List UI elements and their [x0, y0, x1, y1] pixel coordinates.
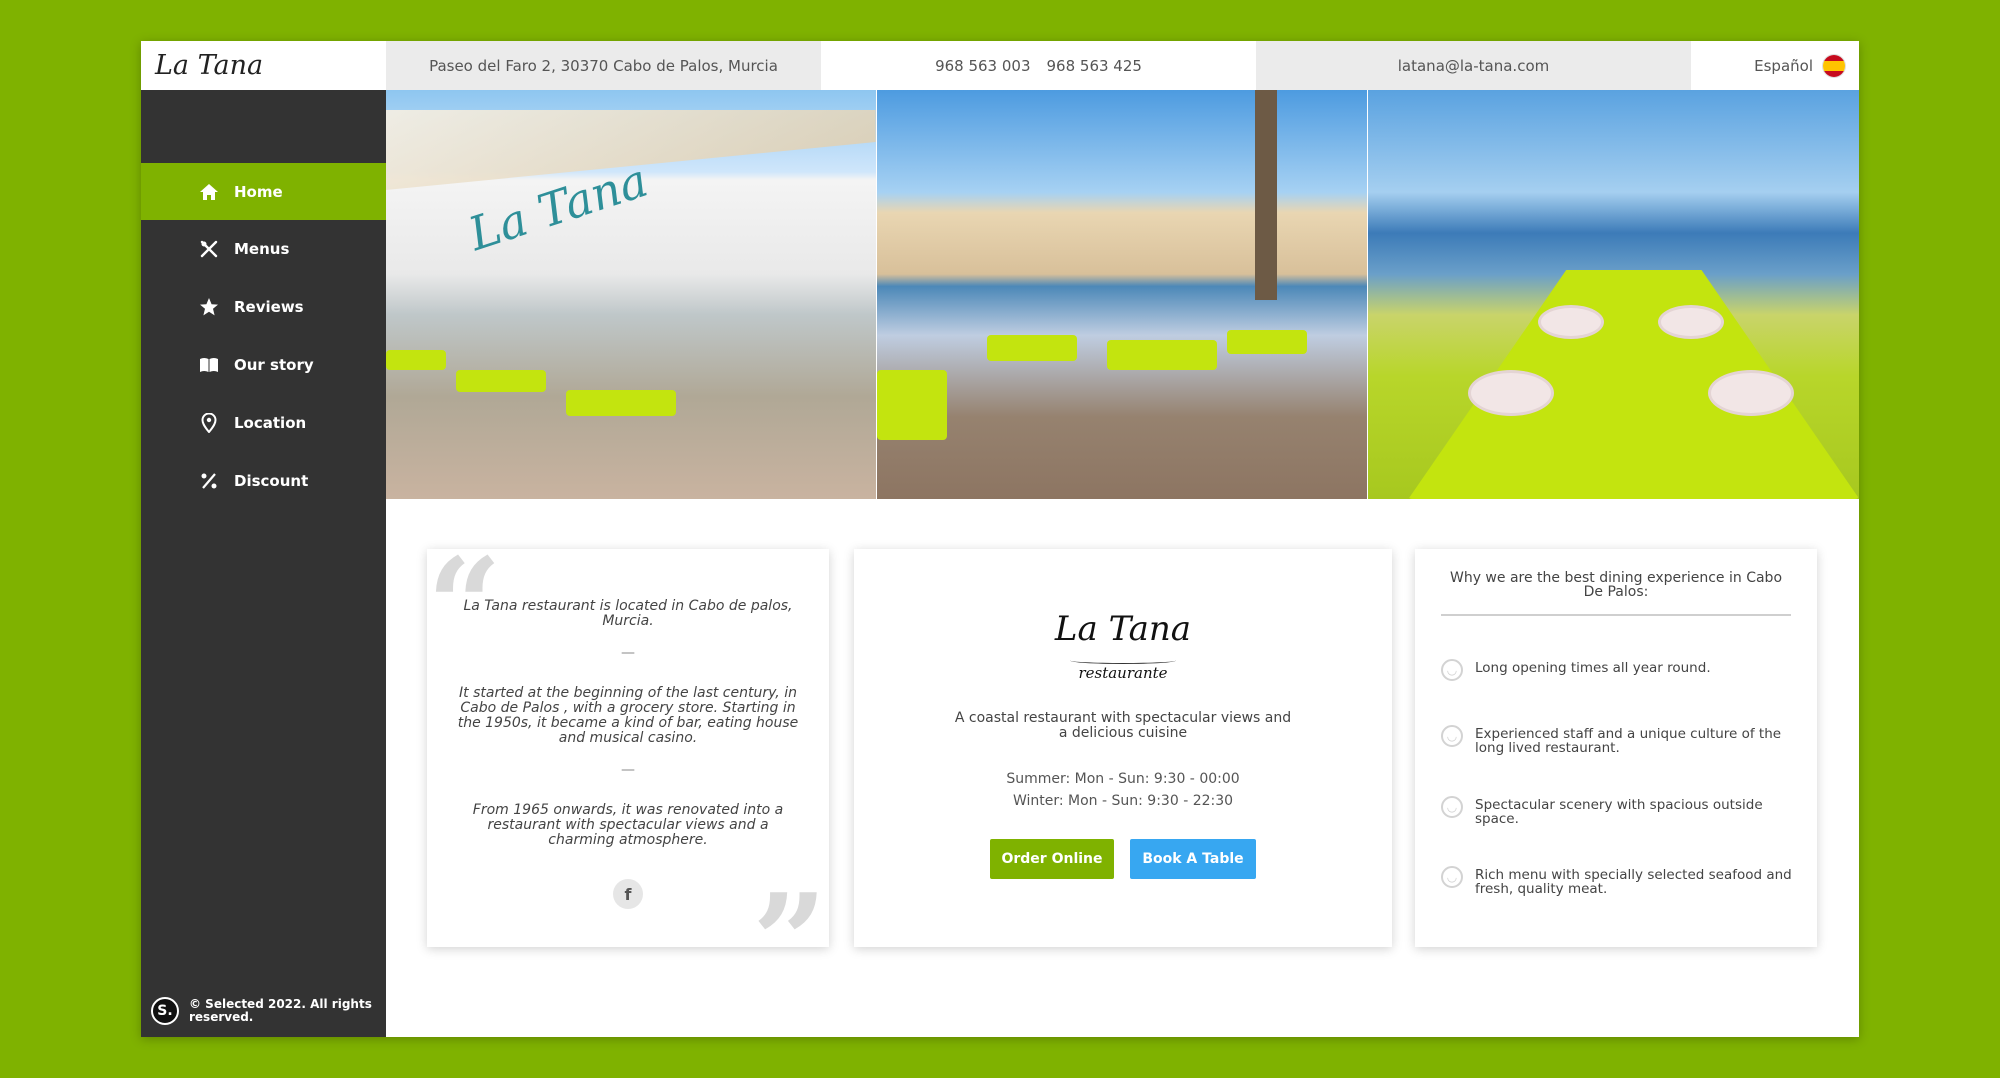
- sidebar-item-label: Location: [234, 413, 307, 432]
- why-item-text: Experienced staff and a unique culture o…: [1475, 726, 1782, 756]
- table-shape: [456, 370, 546, 392]
- logo-swash: [1070, 657, 1176, 664]
- sidebar-item-discount[interactable]: Discount: [141, 452, 386, 509]
- phone-group: 968 563 003 968 563 425: [821, 41, 1256, 90]
- why-item-text: Long opening times all year round.: [1475, 660, 1711, 676]
- sidebar-item-our-story[interactable]: Our story: [141, 336, 386, 393]
- restaurant-logo-subtitle: restaurante: [1078, 664, 1168, 682]
- spain-flag-icon: [1823, 54, 1845, 77]
- smile-icon: ◡: [1441, 796, 1463, 818]
- email-link[interactable]: latana@la-tana.com: [1256, 41, 1691, 90]
- why-item-text: Rich menu with specially selected seafoo…: [1475, 867, 1792, 897]
- table-shape: [566, 390, 676, 416]
- list-item: ◡ Spectacular scenery with spacious outs…: [1441, 796, 1797, 827]
- table-shape: [1226, 330, 1307, 354]
- sidebar-item-location[interactable]: Location: [141, 394, 386, 451]
- why-title: Why we are the best dining experience in…: [1449, 570, 1783, 600]
- brand-logo[interactable]: La Tana: [141, 41, 386, 90]
- percent-icon: [198, 470, 220, 492]
- language-label: Español: [1754, 56, 1813, 75]
- plate-shape: [1708, 370, 1795, 416]
- table-shape: [1106, 340, 1217, 370]
- winter-hours: Winter: Mon - Sun: 9:30 - 22:30: [1012, 793, 1234, 809]
- sidebar: Home Menus Reviews Our story Location Di…: [141, 90, 386, 1037]
- story-paragraph-2: It started at the beginning of the last …: [457, 685, 799, 746]
- table-shape: [986, 335, 1077, 361]
- separator: —: [621, 762, 635, 778]
- quote-close-icon: ”: [752, 865, 827, 1018]
- tagline: A coastal restaurant with spectacular vi…: [954, 710, 1292, 741]
- plate-shape: [1468, 370, 1555, 416]
- story-paragraph-3: From 1965 onwards, it was renovated into…: [472, 802, 784, 848]
- restaurant-facade-photo: La Tana: [386, 90, 876, 499]
- palm-trunk-shape: [1254, 90, 1277, 300]
- smile-icon: ◡: [1441, 725, 1463, 747]
- list-item: ◡ Long opening times all year round.: [1441, 659, 1797, 681]
- address-text: Paseo del Faro 2, 30370 Cabo de Palos, M…: [386, 41, 821, 90]
- star-icon: [198, 296, 220, 318]
- copyright-footer: S. © Selected 2022. All rights reserved.: [151, 997, 376, 1025]
- restaurant-logo-name: La Tana: [1054, 609, 1192, 649]
- why-item-text: Spectacular scenery with spacious outsid…: [1475, 797, 1763, 827]
- story-paragraph-1: La Tana restaurant is located in Cabo de…: [463, 598, 793, 629]
- book-icon: [198, 354, 220, 376]
- page-frame: La Tana Paseo del Faro 2, 30370 Cabo de …: [141, 41, 1860, 1037]
- table-shape: [876, 370, 947, 440]
- book-table-button[interactable]: Book A Table: [1130, 839, 1256, 879]
- map-pin-icon: [198, 412, 220, 434]
- divider: [1441, 614, 1791, 616]
- sidebar-item-reviews[interactable]: Reviews: [141, 278, 386, 335]
- story-card: “ La Tana restaurant is located in Cabo …: [427, 541, 829, 1007]
- sidebar-item-label: Discount: [234, 471, 309, 490]
- phone-link-1[interactable]: 968 563 003: [935, 57, 1030, 75]
- copyright-brand: © Selected: [189, 997, 264, 1011]
- separator: —: [621, 645, 635, 661]
- sidebar-item-label: Menus: [234, 239, 290, 258]
- plate-shape: [1658, 305, 1725, 339]
- hero-gallery: La Tana: [386, 90, 1860, 499]
- home-icon: [198, 181, 220, 203]
- summer-hours: Summer: Mon - Sun: 9:30 - 00:00: [1006, 771, 1240, 787]
- top-bar: La Tana Paseo del Faro 2, 30370 Cabo de …: [141, 41, 1859, 90]
- why-card: Why we are the best dining experience in…: [1415, 549, 1817, 947]
- sidebar-item-menus[interactable]: Menus: [141, 220, 386, 277]
- list-item: ◡ Rich menu with specially selected seaf…: [1441, 866, 1797, 897]
- phone-link-2[interactable]: 968 563 425: [1047, 57, 1142, 75]
- cutlery-icon: [198, 238, 220, 260]
- sea-view-table-photo: [1368, 90, 1860, 499]
- terrace-photo: [876, 90, 1368, 499]
- smile-icon: ◡: [1441, 659, 1463, 681]
- list-item: ◡ Experienced staff and a unique culture…: [1441, 725, 1797, 756]
- plate-shape: [1538, 305, 1605, 339]
- sidebar-item-label: Our story: [234, 355, 314, 374]
- language-selector[interactable]: Español: [1691, 41, 1859, 90]
- info-card: La Tana restaurante A coastal restaurant…: [854, 549, 1392, 947]
- order-online-button[interactable]: Order Online: [990, 839, 1114, 879]
- sidebar-item-home[interactable]: Home: [141, 163, 386, 220]
- sidebar-item-label: Home: [234, 182, 283, 201]
- facebook-icon[interactable]: f: [613, 879, 643, 909]
- copyright-text: © Selected 2022. All rights reserved.: [189, 998, 376, 1024]
- sidebar-item-label: Reviews: [234, 297, 304, 316]
- smile-icon: ◡: [1441, 866, 1463, 888]
- table-shape: [386, 350, 446, 370]
- selected-logo-icon[interactable]: S.: [151, 997, 179, 1025]
